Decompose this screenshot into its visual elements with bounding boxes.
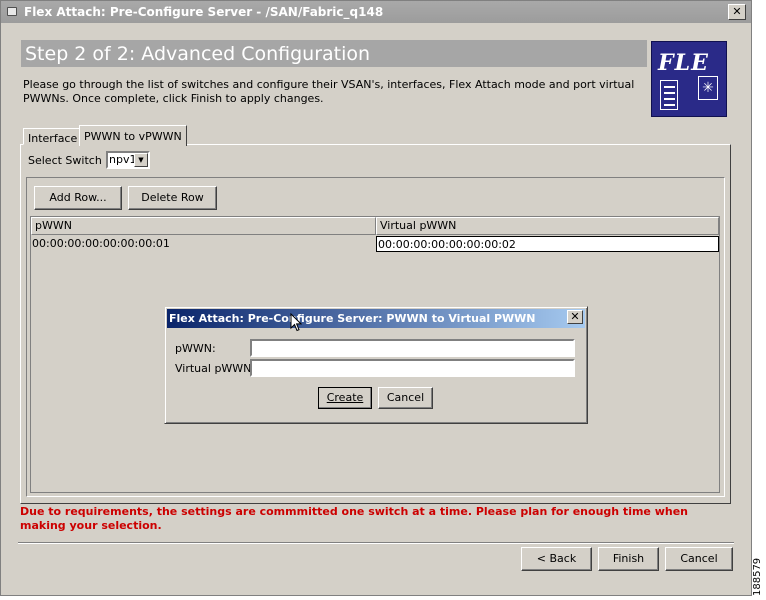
window-title: Flex Attach: Pre-Configure Server - /SAN…	[24, 5, 384, 19]
close-icon: ✕	[570, 310, 580, 323]
virtual-pwwn-input[interactable]	[250, 359, 575, 377]
window-titlebar[interactable]: Flex Attach: Pre-Configure Server - /SAN…	[1, 1, 751, 23]
add-row-button[interactable]: Add Row...	[34, 186, 122, 210]
flex-attach-logo: FLE ✳	[651, 41, 727, 117]
close-icon: ✕	[732, 5, 742, 18]
switch-select-value: npv1	[109, 153, 137, 166]
pwwn-input[interactable]	[250, 339, 575, 357]
figure-id: 188579	[752, 557, 763, 596]
figure-id-area: 188579	[752, 556, 766, 596]
create-button-label: Create	[326, 391, 364, 404]
create-button[interactable]: Create	[318, 387, 372, 409]
back-button[interactable]: < Back	[521, 547, 592, 571]
step-title: Step 2 of 2: Advanced Configuration	[25, 43, 371, 65]
dialog-cancel-button[interactable]: Cancel	[378, 387, 433, 409]
column-header-pwwn[interactable]: pWWN	[31, 217, 376, 235]
main-window: Flex Attach: Pre-Configure Server - /SAN…	[0, 0, 752, 596]
cancel-button[interactable]: Cancel	[665, 547, 733, 571]
warning-message: Due to requirements, the settings are co…	[20, 505, 688, 532]
back-arrow-icon: <	[536, 552, 546, 565]
chevron-down-icon[interactable]: ▼	[134, 153, 148, 167]
server-document-icon	[660, 80, 678, 110]
pwwn-dialog: Flex Attach: Pre-Configure Server: PWWN …	[164, 306, 588, 424]
virtual-pwwn-label: Virtual pWWN:	[175, 362, 256, 375]
mouse-cursor-icon	[290, 312, 303, 335]
delete-row-button[interactable]: Delete Row	[128, 186, 217, 210]
tab-interface[interactable]: Interface	[23, 128, 83, 145]
column-header-virtual-pwwn[interactable]: Virtual pWWN	[376, 217, 719, 235]
select-switch-label: Select Switch	[28, 154, 102, 167]
tab-pwwn-to-vpwwn[interactable]: PWWN to vPWWN	[79, 125, 187, 146]
star-box-icon: ✳	[698, 76, 718, 100]
pwwn-label: pWWN:	[175, 342, 216, 355]
back-button-label: Back	[549, 552, 577, 565]
dialog-titlebar[interactable]: Flex Attach: Pre-Configure Server: PWWN …	[167, 309, 585, 328]
footer-separator	[18, 542, 734, 544]
switch-select[interactable]: npv1 ▼	[106, 151, 150, 169]
finish-button[interactable]: Finish	[598, 547, 659, 571]
instructions-text: Please go through the list of switches a…	[23, 78, 635, 105]
window-close-button[interactable]: ✕	[728, 4, 746, 20]
dialog-close-button[interactable]: ✕	[567, 310, 583, 324]
dialog-title: Flex Attach: Pre-Configure Server: PWWN …	[169, 312, 536, 325]
table-cell-virtual-pwwn[interactable]: 00:00:00:00:00:00:00:02	[376, 236, 719, 252]
logo-text: FLE	[658, 50, 709, 76]
table-cell-pwwn[interactable]: 00:00:00:00:00:00:00:01	[31, 236, 376, 252]
window-app-icon	[7, 7, 17, 16]
